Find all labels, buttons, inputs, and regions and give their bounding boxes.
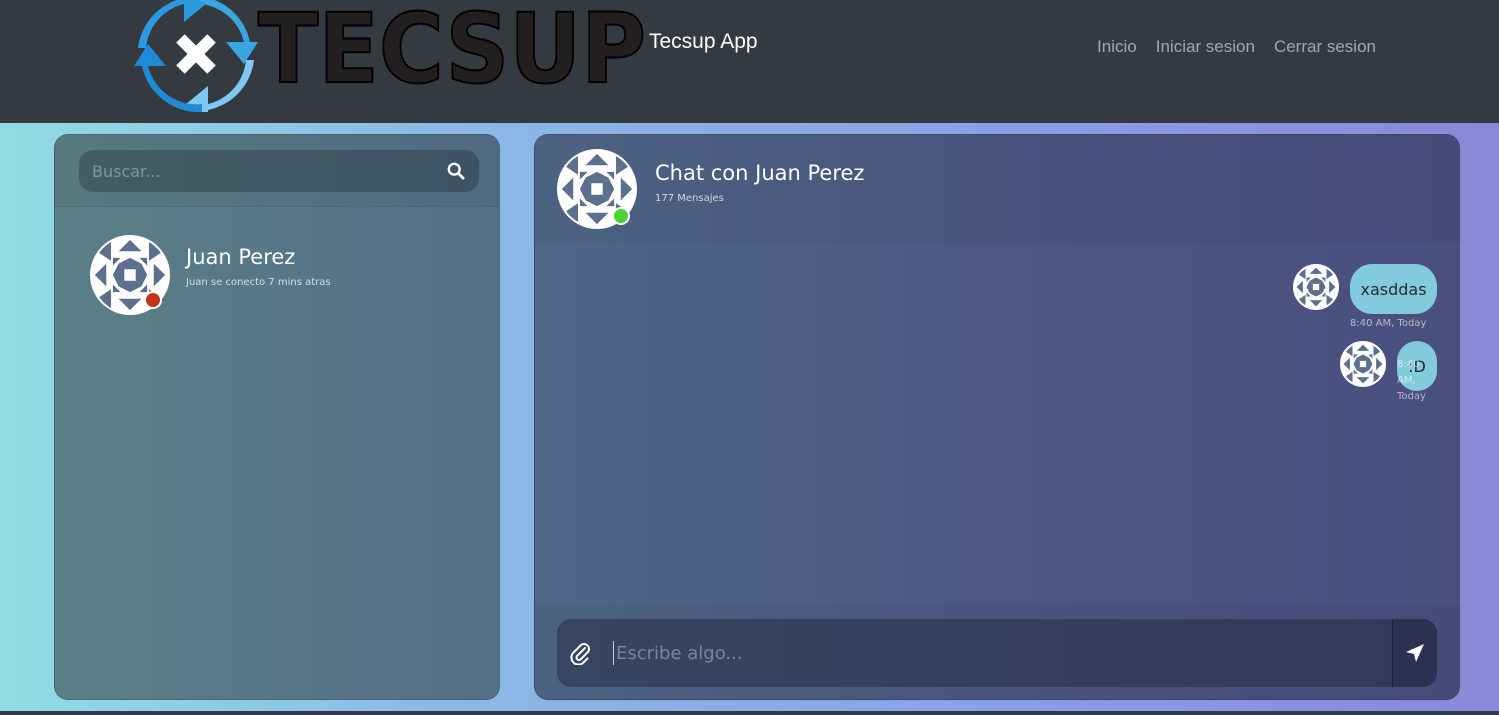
contact-item[interactable]: Juan Perez Juan se conecto 7 mins atras [90, 235, 470, 315]
online-status-dot [612, 207, 630, 225]
chat-title: Chat con Juan Perez [655, 161, 865, 185]
nav-links: Inicio Iniciar sesion Cerrar sesion [1097, 37, 1376, 57]
contact-last-seen: Juan se conecto 7 mins atras [186, 277, 331, 288]
contact-name: Juan Perez [186, 245, 296, 269]
search-box [79, 150, 479, 192]
chat-footer [535, 605, 1461, 701]
message-time: 8:40 AM, Today [1350, 318, 1427, 329]
chat-header: Chat con Juan Perez 177 Mensajes [535, 135, 1461, 243]
search-input[interactable] [92, 150, 432, 192]
nav-cerrar-sesion[interactable]: Cerrar sesion [1274, 37, 1376, 57]
logo-text: TECSUP [258, 0, 646, 105]
nav-inicio[interactable]: Inicio [1097, 37, 1137, 57]
bottom-border [0, 711, 1499, 715]
message-composer [557, 619, 1437, 687]
contacts-panel: Juan Perez Juan se conecto 7 mins atras [54, 134, 500, 700]
message-input[interactable] [613, 641, 1383, 665]
nav-iniciar-sesion[interactable]: Iniciar sesion [1156, 37, 1255, 57]
navbar: TECSUP Tecsup App Inicio Iniciar sesion … [0, 0, 1499, 123]
app-brand[interactable]: Tecsup App [649, 30, 758, 54]
offline-status-dot [144, 291, 162, 309]
message-time: 8:40 AM, Today [1397, 359, 1426, 402]
paperclip-icon[interactable] [569, 641, 591, 665]
message-bubble: xasddas [1350, 264, 1437, 314]
send-icon [1406, 644, 1424, 662]
chat-panel: Chat con Juan Perez 177 Mensajes xasddas… [534, 134, 1461, 701]
message-avatar [1293, 264, 1339, 310]
message-avatar [1340, 341, 1386, 387]
message-count: 177 Mensajes [655, 193, 724, 204]
tecsup-logo[interactable]: TECSUP [128, 0, 648, 112]
send-button[interactable] [1392, 619, 1437, 687]
search-icon[interactable] [447, 162, 465, 180]
